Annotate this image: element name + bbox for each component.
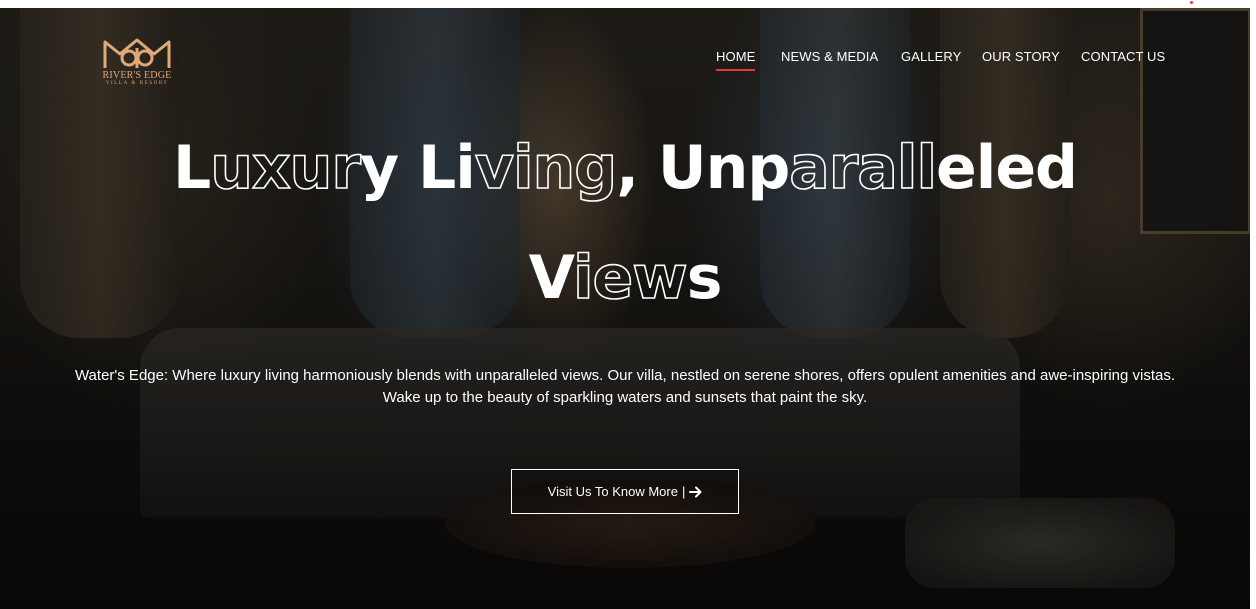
brand-name: RIVER'S EDGE: [102, 70, 172, 81]
hero-headline-line1: Luxury Living, Unparalleled: [0, 132, 1250, 204]
nav-home[interactable]: HOME: [716, 49, 756, 71]
hero-section: RIVER'S EDGE VILLA & RESORT HOME NEWS & …: [0, 8, 1250, 609]
headline-text-2: Views: [528, 242, 723, 314]
arrow-right-icon: [689, 486, 702, 497]
nav-gallery[interactable]: GALLERY: [901, 49, 961, 64]
hero-headline-line2: Views: [0, 242, 1250, 314]
brand-subtitle: VILLA & RESORT: [105, 81, 169, 86]
cta-separator: |: [681, 484, 686, 499]
hero-tagline: Water's Edge: Where luxury living harmon…: [74, 367, 1176, 406]
nav-news-media[interactable]: NEWS & MEDIA: [781, 49, 878, 64]
nav-contact-us[interactable]: CONTACT US: [1081, 49, 1165, 64]
headline-text-1: Luxury Living, Unparalleled: [173, 132, 1078, 204]
cta-label: Visit Us To Know More: [547, 484, 678, 499]
main-nav: HOME NEWS & MEDIA GALLERY OUR STORY CONT…: [0, 49, 1250, 71]
top-strip: [0, 0, 1256, 8]
nav-our-story[interactable]: OUR STORY: [982, 49, 1060, 64]
indicator-dot: [1190, 1, 1193, 4]
visit-us-button[interactable]: Visit Us To Know More |: [511, 469, 739, 514]
